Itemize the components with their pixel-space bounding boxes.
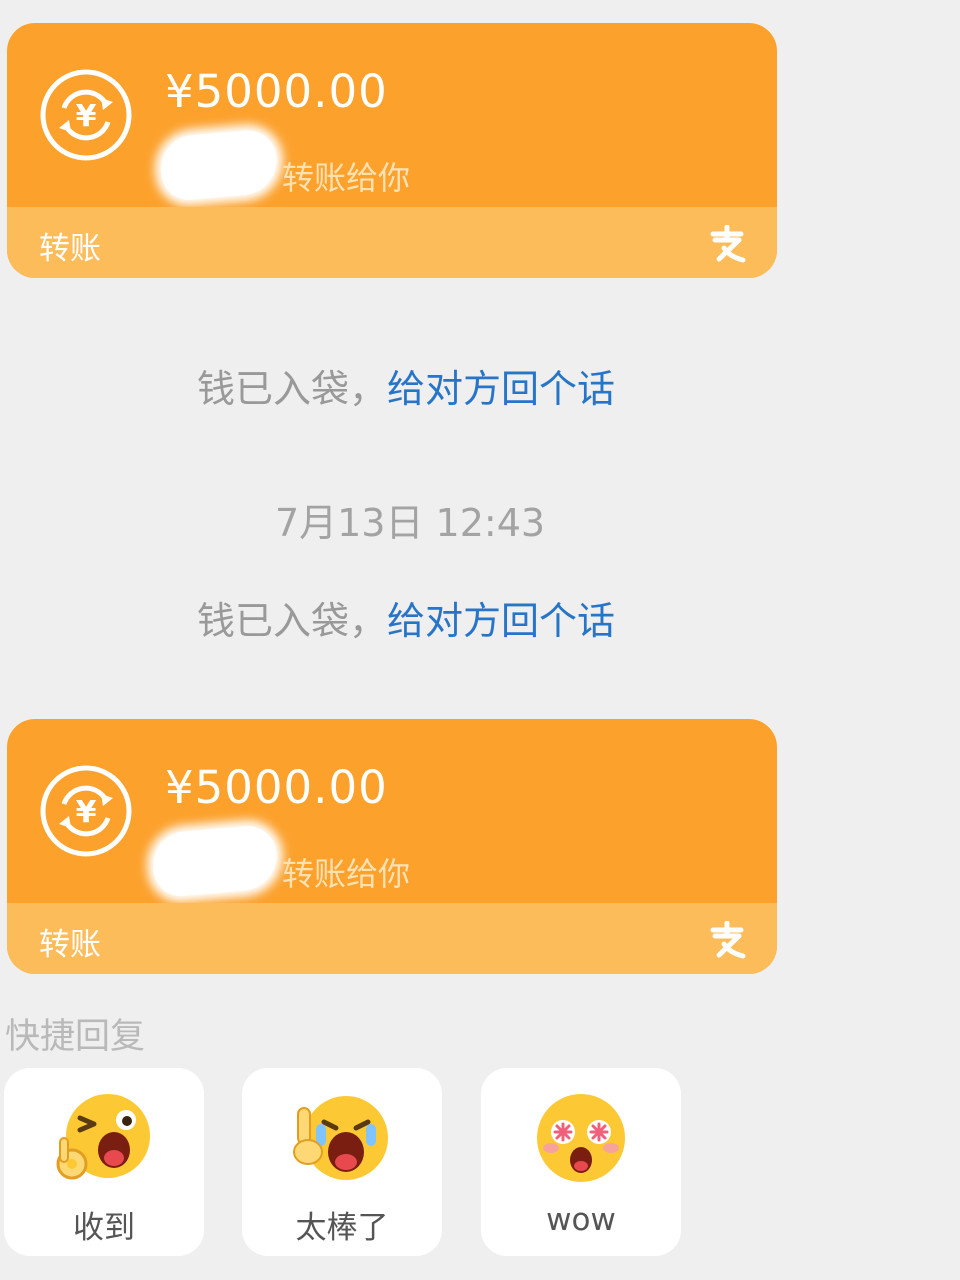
redacted-sender-name [158,128,280,202]
quick-reply-label: wow [546,1202,616,1238]
transfer-subtitle: 转账给你 [282,159,411,197]
transfer-card-body: ¥ ¥5000.00 转账给你 [7,23,777,207]
system-message: 钱已入袋，给对方回个话 [0,358,812,413]
transfer-card[interactable]: ¥ ¥5000.00 转账给你 转账 [7,23,777,278]
quick-reply-great[interactable]: 太棒了 [242,1068,442,1256]
transfer-card-footer: 转账 [7,207,777,278]
yuan-transfer-icon: ¥ [40,69,132,161]
transfer-amount: ¥5000.00 [165,65,388,118]
message-timestamp: 7月13日 12:43 [274,501,546,545]
crying-thumbs-up-emoji-icon [293,1096,388,1180]
transfer-type-label: 转账 [39,927,101,963]
svg-text:¥: ¥ [76,99,97,134]
svg-text:¥: ¥ [76,795,97,830]
ok-wink-emoji-icon [56,1094,150,1180]
system-message-text: 钱已入袋， [196,367,387,411]
alipay-icon [710,225,746,263]
reply-prompt-link[interactable]: 给对方回个话 [387,599,615,643]
star-eyes-emoji-icon [537,1094,625,1182]
transfer-card[interactable]: ¥ ¥5000.00 转账给你 转账 [7,719,777,974]
quick-reply-label: 收到 [73,1210,135,1246]
transfer-subtitle: 转账给你 [282,855,411,893]
quick-reply-title: 快捷回复 [5,1017,146,1057]
transfer-card-body: ¥ ¥5000.00 转账给你 [7,719,777,903]
transfer-card-footer: 转账 [7,903,777,974]
redacted-sender-name [150,823,280,899]
reply-prompt-link[interactable]: 给对方回个话 [387,367,615,411]
quick-reply-received[interactable]: 收到 [4,1068,204,1256]
system-message: 钱已入袋，给对方回个话 [0,590,812,645]
transfer-type-label: 转账 [39,231,101,267]
alipay-icon [710,921,746,959]
yuan-transfer-icon: ¥ [40,765,132,857]
system-message-text: 钱已入袋， [196,599,387,643]
quick-reply-label: 太棒了 [295,1210,389,1246]
quick-reply-wow[interactable]: wow [481,1068,681,1256]
transfer-amount: ¥5000.00 [165,761,388,814]
